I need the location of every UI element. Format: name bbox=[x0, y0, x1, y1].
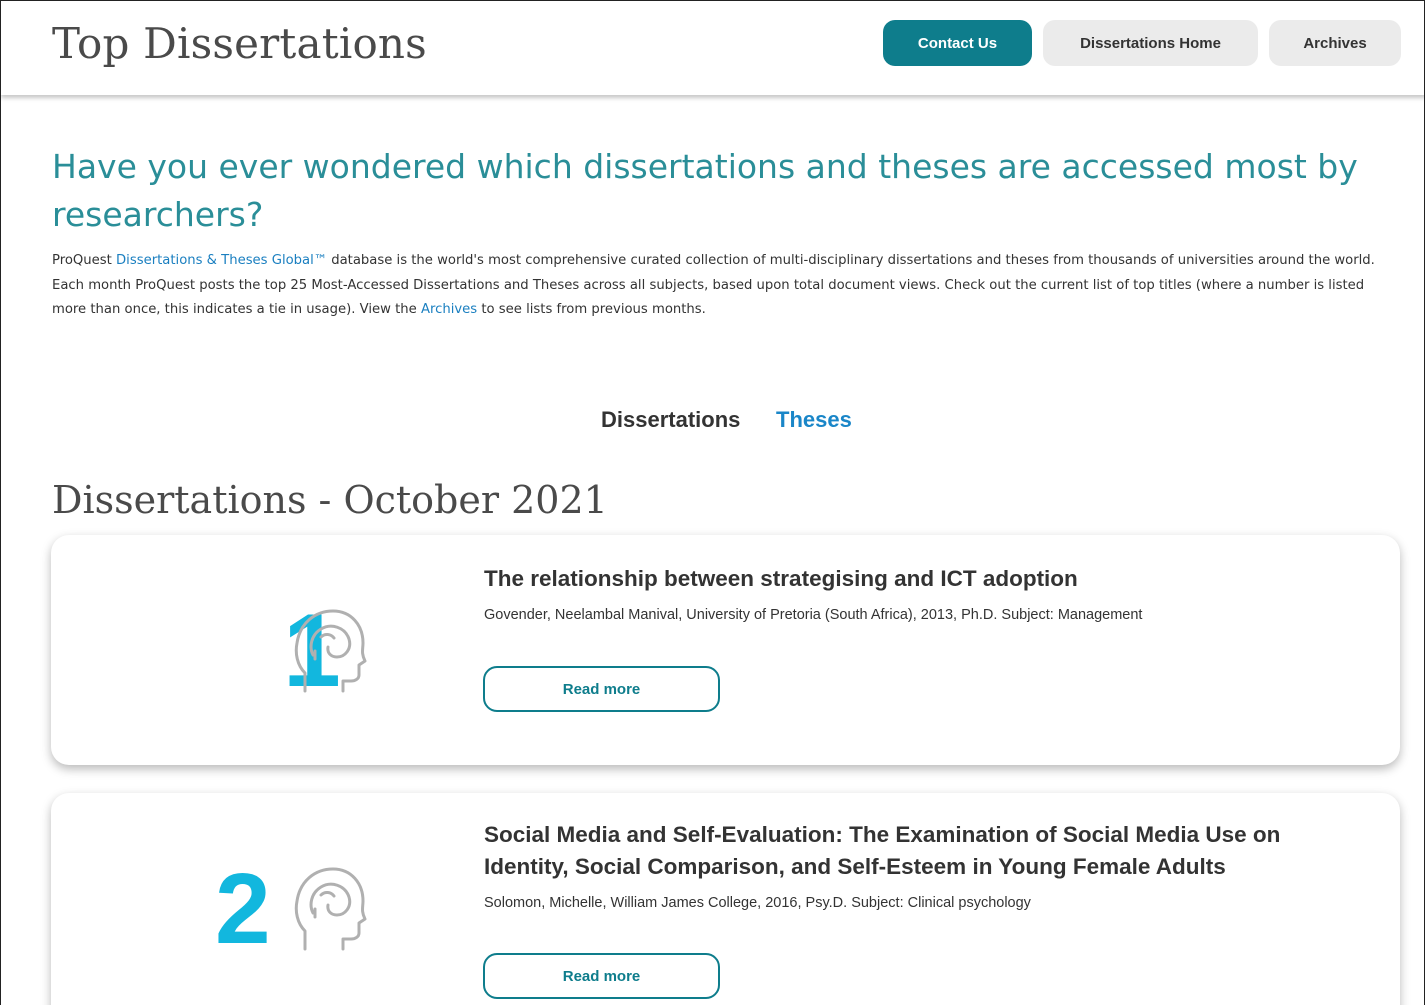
intro-paragraph: ProQuest Dissertations & Theses Global™ … bbox=[52, 249, 1397, 323]
tab-theses[interactable]: Theses bbox=[776, 407, 852, 433]
intro-text-prefix: ProQuest bbox=[52, 253, 117, 268]
site-header: Top Dissertations Contact Us Dissertatio… bbox=[1, 1, 1424, 95]
contact-us-button[interactable]: Contact Us bbox=[883, 20, 1032, 66]
dissertation-card: 2 Social Media and Self-Evaluation: The … bbox=[51, 793, 1400, 1005]
dissertation-title: The relationship between strategising an… bbox=[484, 566, 1078, 591]
dissertation-meta: Govender, Neelambal Manival, University … bbox=[484, 607, 1143, 623]
intro-heading: Have you ever wondered which dissertatio… bbox=[52, 147, 1358, 234]
dissertation-meta: Solomon, Michelle, William James College… bbox=[484, 895, 1031, 911]
archives-button[interactable]: Archives bbox=[1269, 20, 1401, 66]
section-title: Dissertations - October 2021 bbox=[52, 478, 608, 522]
database-link[interactable]: Dissertations & Theses Global™ bbox=[116, 253, 327, 268]
tab-dissertations[interactable]: Dissertations bbox=[601, 407, 740, 433]
head-outline-icon bbox=[294, 867, 367, 951]
page: Top Dissertations Contact Us Dissertatio… bbox=[0, 0, 1425, 1005]
site-title: Top Dissertations bbox=[52, 19, 427, 68]
intro-text-suffix: to see lists from previous months. bbox=[477, 302, 706, 317]
head-outline-icon bbox=[294, 609, 367, 693]
read-more-button[interactable]: Read more bbox=[483, 666, 720, 712]
read-more-button[interactable]: Read more bbox=[483, 953, 720, 999]
archives-link[interactable]: Archives bbox=[421, 302, 477, 317]
rank-number: 2 bbox=[215, 853, 271, 965]
dissertation-title: Social Media and Self-Evaluation: The Ex… bbox=[484, 822, 1281, 879]
dissertations-home-button[interactable]: Dissertations Home bbox=[1043, 20, 1258, 66]
dissertation-card: 1 The relationship between strategising … bbox=[51, 535, 1400, 765]
